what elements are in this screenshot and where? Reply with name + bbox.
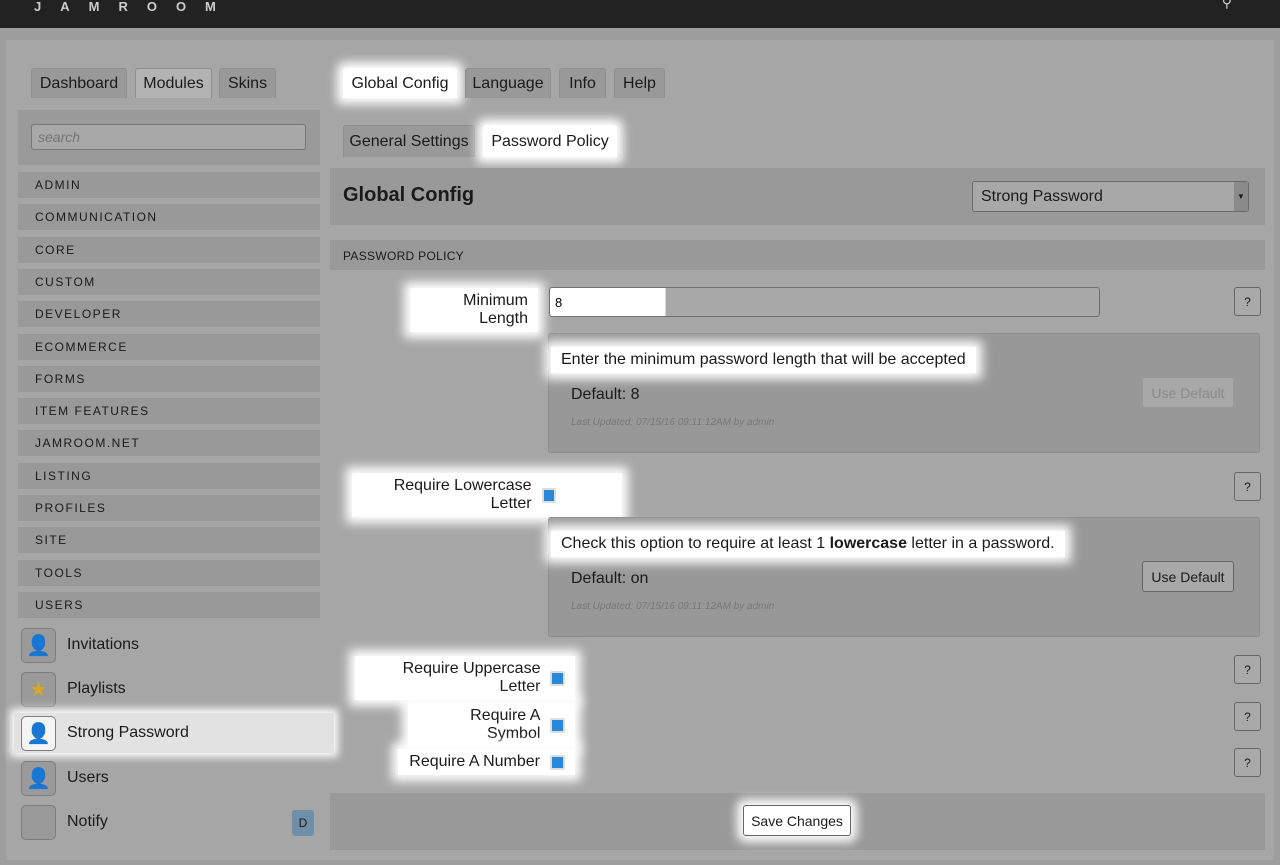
category-site[interactable]: SITE — [18, 527, 320, 554]
module-notify[interactable]: Notify — [18, 802, 320, 842]
notepad-star-icon: ★ — [21, 671, 56, 707]
require-lowercase-label: Require Lowercase Letter — [393, 477, 532, 512]
tab-help[interactable]: Help — [614, 68, 665, 98]
require-symbol-checkbox[interactable] — [550, 717, 565, 733]
user-icon: 👤 — [21, 760, 56, 796]
user-arrow-icon: 👤 — [21, 627, 56, 663]
require-lowercase-row: Require Lowercase Letter — [352, 473, 622, 517]
tab-modules[interactable]: Modules — [135, 68, 212, 98]
help-button[interactable]: ? — [1234, 702, 1261, 731]
page-title: Global Config — [343, 184, 475, 206]
section-title: PASSWORD POLICY — [343, 249, 464, 263]
require-uppercase-checkbox[interactable] — [550, 670, 565, 686]
help-button[interactable]: ? — [1234, 472, 1261, 501]
last-updated: Last Updated: 07/15/16 09:11:12AM by adm… — [571, 417, 775, 428]
require-uppercase-row: Require Uppercase Letter — [355, 656, 575, 700]
category-ecommerce[interactable]: ECOMMERCE — [18, 333, 320, 360]
category-profiles[interactable]: PROFILES — [18, 495, 320, 521]
module-label: Playlists — [67, 680, 126, 697]
module-label: Notify — [67, 813, 108, 830]
default-value: Default: 8 — [571, 386, 640, 403]
help-text: Check this option to require at least 1 … — [551, 531, 1065, 557]
user-lock-icon: 👤 — [21, 715, 56, 751]
subtab-password-policy[interactable]: Password Policy — [483, 125, 617, 157]
section-header — [330, 240, 1265, 270]
tab-skins[interactable]: Skins — [219, 68, 276, 98]
help-button[interactable]: ? — [1234, 287, 1261, 316]
require-symbol-label: Require A Symbol — [470, 707, 541, 742]
require-number-label: Require A Number — [409, 753, 540, 770]
category-jamroom-net[interactable]: JAMROOM.NET — [18, 430, 320, 457]
category-item-features[interactable]: ITEM FEATURES — [18, 398, 320, 425]
use-default-button[interactable]: Use Default — [1142, 561, 1234, 592]
category-admin[interactable]: ADMIN — [18, 172, 320, 198]
notify-badge: D — [292, 810, 314, 836]
save-changes-button[interactable]: Save Changes — [743, 805, 851, 836]
min-length-help: Enter the minimum password length that w… — [548, 333, 1260, 453]
require-symbol-row: Require A Symbol — [408, 703, 575, 747]
chevron-down-icon: ▼ — [1234, 182, 1248, 211]
category-communication[interactable]: COMMUNICATION — [18, 204, 320, 231]
category-users[interactable]: USERS — [18, 591, 320, 618]
tab-dashboard[interactable]: Dashboard — [31, 68, 127, 98]
tab-global-config[interactable]: Global Config — [343, 68, 457, 98]
lowercase-help: Check this option to require at least 1 … — [548, 517, 1260, 637]
category-forms[interactable]: FORMS — [18, 365, 320, 392]
help-button[interactable]: ? — [1234, 748, 1261, 777]
category-listing[interactable]: LISTING — [18, 462, 320, 489]
search-icon[interactable]: ⚲ — [1222, 0, 1232, 11]
help-button[interactable]: ? — [1234, 655, 1261, 684]
category-custom[interactable]: CUSTOM — [18, 268, 320, 295]
use-default-button[interactable]: Use Default — [1142, 377, 1234, 408]
module-label: Users — [67, 769, 109, 786]
min-length-input[interactable] — [549, 287, 1100, 317]
category-tools[interactable]: TOOLS — [18, 559, 320, 586]
module-invitations[interactable]: 👤 Invitations — [18, 625, 320, 665]
blank-icon — [21, 804, 56, 840]
module-select-value: Strong Password — [981, 187, 1103, 205]
tab-language[interactable]: Language — [465, 68, 551, 98]
require-number-checkbox[interactable] — [550, 754, 565, 770]
module-strong-password[interactable]: 👤 Strong Password — [14, 713, 334, 753]
require-uppercase-label: Require Uppercase Letter — [402, 660, 541, 695]
module-label: Strong Password — [67, 724, 189, 741]
category-core[interactable]: CORE — [18, 236, 320, 263]
jamroom-logo[interactable]: JAMROOM — [34, 0, 235, 14]
min-length-label: Minimum Length — [410, 288, 538, 332]
help-text: Enter the minimum password length that w… — [551, 347, 976, 373]
last-updated: Last Updated: 07/15/16 09:11:12AM by adm… — [571, 601, 775, 612]
require-number-row: Require A Number — [398, 749, 575, 775]
module-select[interactable]: Strong Password ▼ — [972, 181, 1249, 212]
module-playlists[interactable]: ★ Playlists — [18, 669, 320, 709]
module-users[interactable]: 👤 Users — [18, 758, 320, 798]
search-input[interactable] — [31, 124, 306, 150]
require-lowercase-checkbox[interactable] — [541, 487, 556, 503]
category-developer[interactable]: DEVELOPER — [18, 301, 320, 328]
module-label: Invitations — [67, 636, 140, 653]
subtab-general-settings[interactable]: General Settings — [343, 125, 475, 157]
default-value: Default: on — [571, 570, 649, 587]
tab-info[interactable]: Info — [559, 68, 606, 98]
